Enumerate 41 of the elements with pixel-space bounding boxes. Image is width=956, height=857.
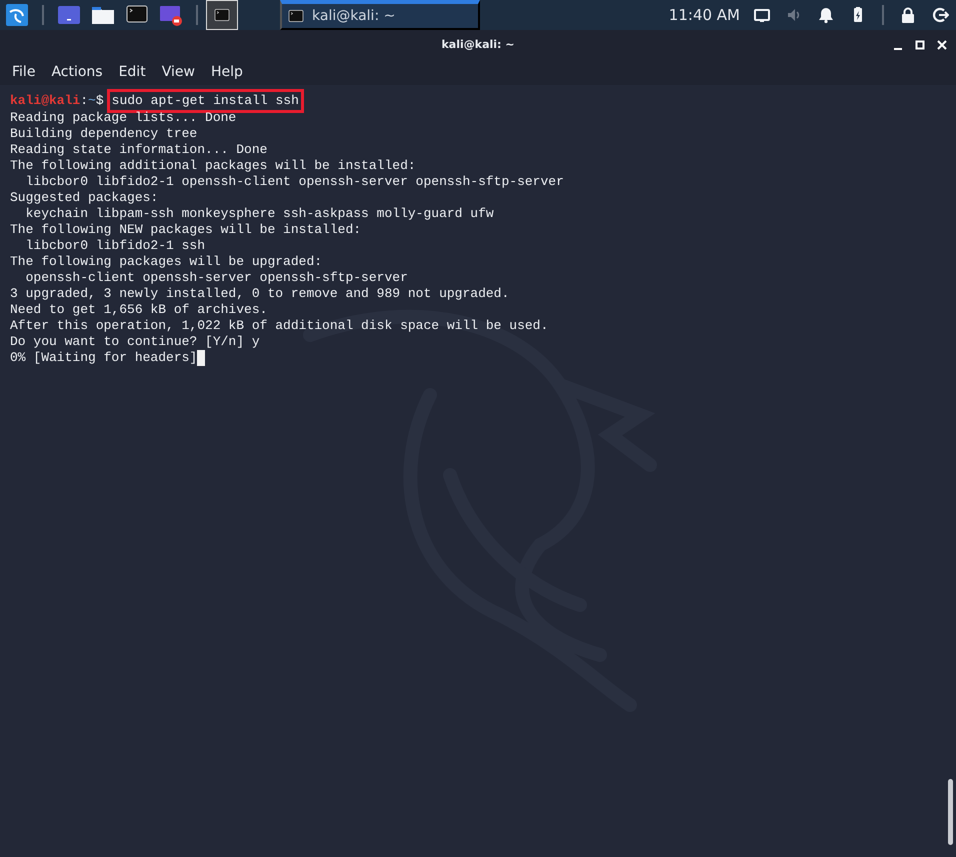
terminal-line: The following NEW packages will be installed:	[10, 222, 362, 238]
terminal-icon	[213, 8, 231, 22]
display-icon[interactable]	[753, 6, 771, 24]
window-icon[interactable]	[58, 4, 80, 26]
terminal-icon	[288, 9, 304, 23]
menu-item[interactable]: File	[4, 62, 44, 83]
terminal-line: keychain libpam-ssh monkeysphere ssh-askpass molly-guard ufw	[24, 206, 494, 222]
menu-item[interactable]: View	[154, 62, 203, 83]
logout-icon[interactable]	[931, 6, 949, 24]
terminal-line: 0% [Waiting for headers]	[10, 350, 198, 366]
screen-recorder-icon[interactable]	[160, 4, 182, 26]
terminal-line: After this operation, 1,022 kB of additional disk space will be used.	[10, 318, 548, 334]
terminal-line: Do you want to continue? [Y/n] y	[10, 334, 260, 350]
terminal-line: libcbor0 libfido2-1 ssh	[24, 238, 206, 254]
lock-icon[interactable]	[899, 6, 917, 24]
terminal-line: Need to get 1,656 kB of archives.	[10, 302, 268, 318]
window-title: kali@kali: ~	[441, 36, 514, 53]
task-title: kali@kali: ~	[312, 6, 396, 26]
clock: 11:40 AM	[668, 4, 740, 26]
terminal-line: openssh-client openssh-server openssh-sftp-server	[24, 270, 408, 286]
terminal-line: Reading state information... Done	[10, 142, 268, 158]
terminal-line: Building dependency tree	[10, 126, 198, 142]
menu-item[interactable]: Actions	[43, 62, 111, 83]
command-text: sudo apt-get install ssh	[106, 89, 304, 113]
terminal-line: 3 upgraded, 3 newly installed, 0 to remove and 989 not upgraded.	[10, 286, 510, 302]
bell-icon[interactable]	[817, 6, 835, 24]
terminal-line: libcbor0 libfido2-1 openssh-client openssh-server openssh-sftp-server	[24, 174, 564, 190]
taskbar-task[interactable]: kali@kali: ~	[280, 0, 480, 30]
menu-item[interactable]: Help	[202, 62, 251, 83]
close-icon	[937, 40, 947, 50]
scrollbar-thumb[interactable]	[948, 779, 953, 845]
terminal-line: Suggested packages:	[10, 190, 158, 206]
terminal-line: Reading package lists... Done	[10, 110, 236, 126]
menu-item[interactable]: Edit	[110, 62, 154, 83]
maximize-icon	[915, 40, 925, 50]
minimize-icon	[894, 48, 902, 50]
terminal-line: The following additional packages will be installed:	[10, 158, 416, 174]
terminal-line: The following packages will be upgraded:	[10, 254, 322, 270]
folder-icon[interactable]	[92, 4, 114, 26]
workspace-switcher[interactable]	[206, 0, 238, 30]
prompt-text: kali@kali:~$	[10, 93, 104, 109]
